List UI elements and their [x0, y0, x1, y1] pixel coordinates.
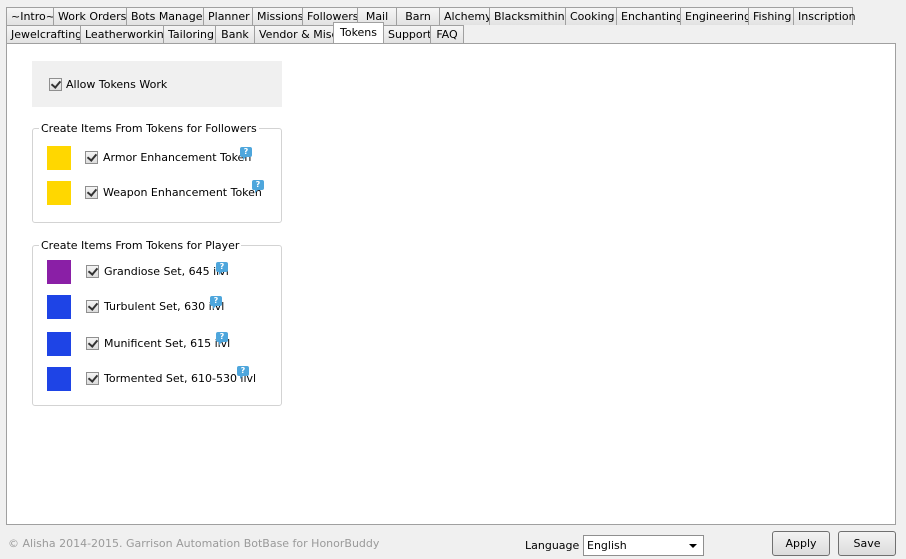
chevron-down-icon: [689, 544, 697, 548]
tab-leatherworking[interactable]: Leatherworking: [80, 25, 171, 43]
tab-row-2: Jewelcrafting Leatherworking Tailoring B…: [6, 22, 464, 43]
armor-token-label[interactable]: Armor Enhancement Token: [103, 151, 251, 164]
grandiose-set-help-icon[interactable]: ?: [216, 262, 228, 275]
tab-faq[interactable]: FAQ: [430, 25, 464, 43]
tab-bots-manager[interactable]: Bots Manager: [126, 7, 207, 25]
munificent-set-color-swatch: [47, 332, 71, 356]
grandiose-set-label[interactable]: Grandiose Set, 645 ilvl: [104, 265, 229, 278]
grandiose-set-color-swatch: [47, 260, 71, 284]
munificent-set-label[interactable]: Munificent Set, 615 ilvl: [104, 337, 230, 350]
weapon-token-help-icon[interactable]: ?: [252, 180, 264, 193]
tab-jewelcrafting[interactable]: Jewelcrafting: [6, 25, 82, 43]
weapon-token-label[interactable]: Weapon Enhancement Token: [103, 186, 262, 199]
tab-enchanting[interactable]: Enchanting: [616, 7, 683, 25]
turbulent-set-help-icon[interactable]: ?: [210, 296, 222, 309]
allow-tokens-label[interactable]: Allow Tokens Work: [66, 78, 167, 91]
tab-row-1: ~Intro~ Work Orders Bots Manager Planner…: [6, 7, 856, 25]
tab-inscription[interactable]: Inscription: [793, 7, 856, 25]
turbulent-set-color-swatch: [47, 295, 71, 319]
tab-missions[interactable]: Missions: [252, 7, 304, 25]
turbulent-set-checkbox[interactable]: [86, 300, 99, 313]
tab-tailoring[interactable]: Tailoring: [163, 25, 216, 43]
tab-work-orders[interactable]: Work Orders: [53, 7, 127, 25]
tab-intro[interactable]: ~Intro~: [6, 7, 55, 25]
followers-token-group: Create Items From Tokens for Followers A…: [32, 122, 282, 223]
tab-cooking[interactable]: Cooking: [565, 7, 617, 25]
language-select[interactable]: English: [583, 535, 704, 556]
copyright-text: © Alisha 2014-2015. Garrison Automation …: [8, 537, 380, 550]
tormented-set-label[interactable]: Tormented Set, 610-530 ilvl: [104, 372, 256, 385]
tab-alchemy[interactable]: Alchemy: [439, 7, 492, 25]
allow-tokens-panel: Allow Tokens Work: [32, 61, 282, 107]
tab-engineering[interactable]: Engineering: [680, 7, 751, 25]
turbulent-set-label[interactable]: Turbulent Set, 630 ilvl: [104, 300, 224, 313]
tab-fishing[interactable]: Fishing: [748, 7, 794, 25]
tab-barn[interactable]: Barn: [396, 7, 440, 25]
player-group-title: Create Items From Tokens for Player: [39, 239, 242, 252]
weapon-token-checkbox[interactable]: [85, 186, 98, 199]
language-selected-value: English: [587, 539, 627, 552]
munificent-set-checkbox[interactable]: [86, 337, 99, 350]
tormented-set-checkbox[interactable]: [86, 372, 99, 385]
player-token-group: Create Items From Tokens for Player Gran…: [32, 239, 282, 406]
tormented-set-color-swatch: [47, 367, 71, 391]
tokens-panel: Allow Tokens Work Create Items From Toke…: [6, 43, 896, 525]
weapon-token-color-swatch: [47, 181, 71, 205]
tab-planner[interactable]: Planner: [203, 7, 253, 25]
munificent-set-help-icon[interactable]: ?: [216, 332, 228, 345]
tab-bank[interactable]: Bank: [215, 25, 255, 43]
armor-token-color-swatch: [47, 146, 71, 170]
tab-vendor-misc[interactable]: Vendor & Misc: [254, 25, 338, 43]
armor-token-checkbox[interactable]: [85, 151, 98, 164]
allow-tokens-checkbox[interactable]: [49, 78, 62, 91]
grandiose-set-checkbox[interactable]: [86, 265, 99, 278]
save-button[interactable]: Save: [838, 531, 896, 556]
tab-tokens[interactable]: Tokens: [333, 22, 384, 43]
armor-token-help-icon[interactable]: ?: [240, 147, 252, 160]
followers-group-title: Create Items From Tokens for Followers: [39, 122, 259, 135]
tormented-set-help-icon[interactable]: ?: [237, 366, 249, 379]
tab-support[interactable]: Support: [383, 25, 431, 43]
language-label: Language: [525, 539, 580, 552]
tab-blacksmithing[interactable]: Blacksmithing: [489, 7, 572, 25]
apply-button[interactable]: Apply: [772, 531, 830, 556]
